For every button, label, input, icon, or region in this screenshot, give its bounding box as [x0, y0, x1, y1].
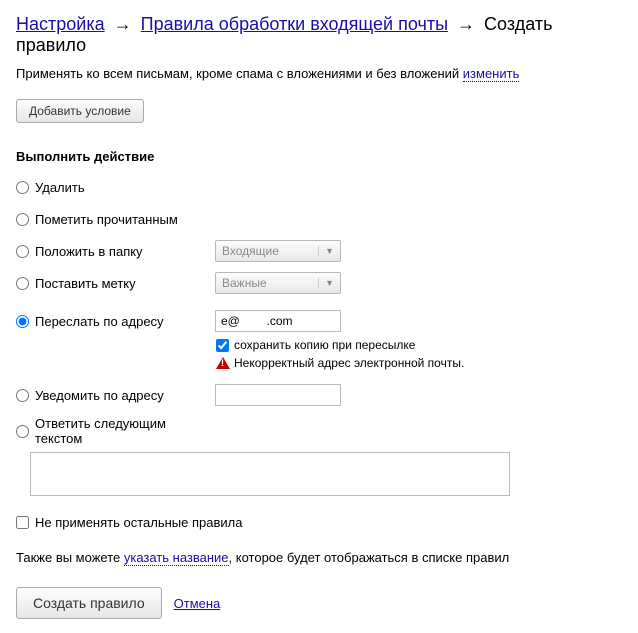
- invalid-email-text: Некорректный адрес электронной почты.: [234, 356, 464, 370]
- reply-textarea-wrap: [30, 452, 622, 499]
- action-markread-row[interactable]: Пометить прочитанным: [16, 208, 622, 230]
- label-name-dropdown[interactable]: Важные ▼: [215, 272, 341, 294]
- keep-copy-label: сохранить копию при пересылке: [234, 338, 415, 352]
- action-label-label: Поставить метку: [35, 276, 215, 291]
- action-reply-radio[interactable]: [16, 425, 29, 438]
- action-reply-label: Ответить следующим текстом: [35, 416, 215, 446]
- keep-copy-row[interactable]: сохранить копию при пересылке: [216, 338, 622, 352]
- footer-actions: Создать правило Отмена: [16, 587, 622, 619]
- breadcrumb-sep: →: [114, 14, 132, 34]
- warning-icon: [216, 357, 230, 369]
- edit-conditions-link[interactable]: изменить: [463, 66, 520, 82]
- chevron-down-icon: ▼: [318, 278, 334, 288]
- action-delete-label: Удалить: [35, 180, 215, 195]
- moveto-folder-dropdown[interactable]: Входящие ▼: [215, 240, 341, 262]
- label-name-value: Важные: [222, 276, 267, 290]
- name-hint-text: Также вы можете указать название, которо…: [16, 550, 622, 565]
- action-moveto-label: Положить в папку: [35, 244, 215, 259]
- breadcrumb: Настройка → Правила обработки входящей п…: [16, 14, 622, 56]
- action-moveto-row: Положить в папку Входящие ▼: [16, 240, 622, 262]
- action-notify-row: Уведомить по адресу: [16, 384, 622, 406]
- action-forward-label: Переслать по адресу: [35, 314, 215, 329]
- action-forward-radio[interactable]: [16, 315, 29, 328]
- forward-extra-block: сохранить копию при пересылке Некорректн…: [216, 338, 622, 370]
- applies-to-text: Применять ко всем письмам, кроме спама с…: [16, 66, 622, 81]
- action-label-row: Поставить метку Важные ▼: [16, 272, 622, 294]
- moveto-folder-value: Входящие: [222, 244, 279, 258]
- invalid-email-error: Некорректный адрес электронной почты.: [216, 356, 622, 370]
- action-reply-row[interactable]: Ответить следующим текстом: [16, 416, 622, 446]
- breadcrumb-rules-link[interactable]: Правила обработки входящей почты: [141, 14, 448, 34]
- keep-copy-checkbox[interactable]: [216, 339, 229, 352]
- action-notify-label: Уведомить по адресу: [35, 388, 215, 403]
- stop-rules-label: Не применять остальные правила: [35, 515, 242, 530]
- action-label-radio[interactable]: [16, 277, 29, 290]
- action-section-title: Выполнить действие: [16, 149, 622, 164]
- action-moveto-radio[interactable]: [16, 245, 29, 258]
- add-condition-button[interactable]: Добавить условие: [16, 99, 144, 123]
- breadcrumb-sep: →: [457, 14, 475, 34]
- stop-rules-row[interactable]: Не применять остальные правила: [16, 515, 622, 530]
- action-forward-row: Переслать по адресу: [16, 310, 622, 332]
- breadcrumb-settings-link[interactable]: Настройка: [16, 14, 105, 34]
- action-delete-radio[interactable]: [16, 181, 29, 194]
- chevron-down-icon: ▼: [318, 246, 334, 256]
- action-delete-row[interactable]: Удалить: [16, 176, 622, 198]
- notify-address-input[interactable]: [215, 384, 341, 406]
- action-markread-radio[interactable]: [16, 213, 29, 226]
- forward-address-input[interactable]: [215, 310, 341, 332]
- cancel-link[interactable]: Отмена: [174, 596, 221, 611]
- action-notify-radio[interactable]: [16, 389, 29, 402]
- reply-text-input[interactable]: [30, 452, 510, 496]
- action-markread-label: Пометить прочитанным: [35, 212, 215, 227]
- set-name-link[interactable]: указать название: [124, 550, 229, 566]
- create-rule-button[interactable]: Создать правило: [16, 587, 162, 619]
- stop-rules-checkbox[interactable]: [16, 516, 29, 529]
